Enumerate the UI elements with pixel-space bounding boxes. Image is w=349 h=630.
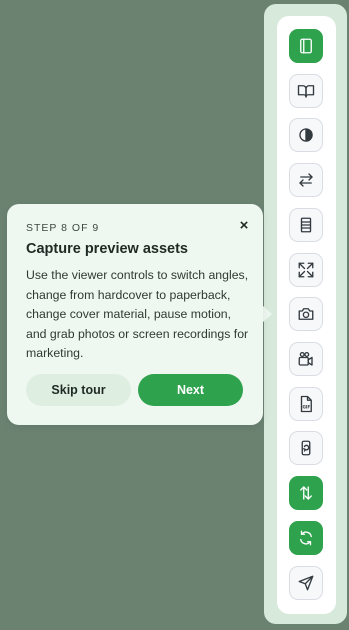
vertical-swap-icon (300, 486, 312, 500)
record-button[interactable] (289, 342, 323, 376)
tour-popover: STEP 8 OF 9 × Capture preview assets Use… (7, 204, 263, 425)
open-book-button[interactable] (289, 74, 323, 108)
next-button[interactable]: Next (138, 374, 243, 406)
close-button[interactable]: × (237, 218, 251, 233)
refresh-button[interactable] (289, 521, 323, 555)
contrast-button[interactable] (289, 118, 323, 152)
svg-text:GIF: GIF (303, 405, 311, 410)
vertical-swap-button[interactable] (289, 476, 323, 510)
photo-button[interactable] (289, 297, 323, 331)
open-book-icon (297, 85, 315, 98)
skip-tour-button[interactable]: Skip tour (26, 374, 131, 406)
send-button[interactable] (289, 566, 323, 600)
contrast-icon (299, 128, 313, 142)
gif-file-icon: GIF (300, 395, 312, 413)
gif-button[interactable]: GIF (289, 387, 323, 421)
popover-body: Use the viewer controls to switch angles… (26, 268, 249, 360)
notebook-button[interactable] (289, 29, 323, 63)
send-icon (298, 575, 314, 591)
swap-button[interactable] (289, 163, 323, 197)
expand-button[interactable] (289, 253, 323, 287)
expand-icon (298, 262, 314, 278)
step-counter: STEP 8 OF 9 (26, 222, 100, 234)
video-camera-icon (298, 351, 313, 366)
swap-arrows-icon (299, 173, 313, 187)
popover-title: Capture preview assets (26, 241, 188, 257)
notebook-icon (300, 38, 312, 54)
phone-rotate-icon (301, 440, 311, 456)
refresh-icon (300, 530, 312, 546)
camera-icon (298, 308, 314, 320)
book-spine-button[interactable] (289, 208, 323, 242)
book-spine-icon (300, 217, 312, 233)
rotate-device-button[interactable] (289, 431, 323, 465)
popover-arrow (263, 306, 272, 322)
